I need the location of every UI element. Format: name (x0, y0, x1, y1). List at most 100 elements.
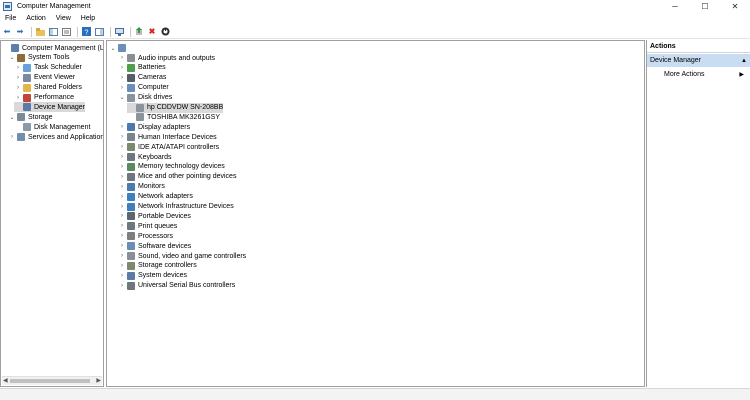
device-category[interactable]: › Keyboards (118, 152, 171, 162)
device-category[interactable]: › Memory technology devices (118, 162, 225, 172)
device-category[interactable]: › Monitors (118, 182, 165, 192)
device-item[interactable]: hp CDDVDW SN-208BB (127, 102, 224, 113)
expand-icon[interactable]: › (118, 134, 126, 140)
expand-icon[interactable]: › (14, 95, 22, 101)
storage-icon (17, 113, 25, 122)
update-driver-icon[interactable] (134, 27, 144, 37)
collapse-up-icon[interactable]: ▲ (741, 58, 747, 64)
show-hide-tree-icon[interactable] (48, 27, 58, 37)
expand-icon[interactable]: › (118, 243, 126, 249)
expand-icon[interactable]: › (118, 204, 126, 210)
collapse-icon[interactable]: ⌄ (8, 54, 16, 61)
collapse-icon[interactable]: ⌄ (109, 45, 117, 52)
expand-icon[interactable]: › (118, 223, 126, 229)
expand-icon[interactable]: › (118, 55, 126, 61)
show-console-tree-icon[interactable] (94, 27, 104, 37)
actions-section-device-manager[interactable]: Device Manager ▲ (647, 54, 750, 67)
expand-icon[interactable]: › (14, 75, 22, 81)
device-category[interactable]: › Mice and other pointing devices (118, 172, 236, 182)
tree-item-storage[interactable]: ⌄ Storage (8, 112, 53, 122)
tree-item-disk-management[interactable]: Disk Management (14, 122, 90, 132)
help-icon[interactable]: ? (81, 27, 91, 37)
expand-icon[interactable]: › (118, 75, 126, 81)
tree-item-computer-management-local[interactable]: Computer Management (Local (2, 43, 103, 53)
expand-icon[interactable]: › (118, 154, 126, 160)
expand-icon[interactable]: › (118, 144, 126, 150)
expand-icon[interactable]: › (118, 184, 126, 190)
device-category-label: Sound, video and game controllers (138, 252, 247, 260)
properties-icon[interactable] (61, 27, 71, 37)
expand-icon[interactable]: › (118, 253, 126, 259)
device-category-label: Disk drives (138, 94, 173, 102)
expand-icon[interactable]: › (118, 233, 126, 239)
device-category[interactable]: › Batteries (118, 63, 166, 73)
expand-icon[interactable]: › (118, 273, 126, 279)
device-category[interactable]: › Print queues (118, 221, 177, 231)
tree-item-system-tools[interactable]: ⌄ System Tools (8, 53, 70, 63)
scroll-right-icon[interactable]: ▶ (96, 377, 101, 384)
uninstall-icon[interactable]: ✖ (147, 27, 157, 37)
device-category[interactable]: › Network Infrastructure Devices (118, 202, 234, 212)
device-category[interactable]: › IDE ATA/ATAPI controllers (118, 142, 219, 152)
up-folder-icon[interactable] (35, 27, 45, 37)
scrollbar-thumb[interactable] (10, 379, 90, 383)
computer-icon (127, 83, 135, 92)
navigation-tree-pane[interactable]: Computer Management (Local⌄System Tools›… (0, 40, 104, 387)
expand-icon[interactable]: › (118, 164, 126, 170)
disable-device-icon[interactable] (160, 27, 170, 37)
tree-item-performance[interactable]: › Performance (14, 93, 74, 103)
tree-item-services-and-applications[interactable]: › Services and Applications (8, 132, 103, 142)
maximize-button[interactable]: ☐ (690, 0, 720, 13)
device-tree-pane[interactable]: ⌄ › Audio inputs and outputs › Batteries › Ca… (106, 40, 645, 387)
menu-file[interactable]: File (0, 15, 21, 22)
device-category[interactable]: ⌄ Disk drives (118, 93, 172, 103)
device-category[interactable]: › System devices (118, 271, 187, 281)
more-actions-item[interactable]: More Actions ▶ (664, 69, 748, 79)
expand-icon[interactable]: › (118, 65, 126, 71)
device-tree-root[interactable]: ⌄ (109, 43, 129, 53)
monitor-icon[interactable] (114, 27, 124, 37)
minimize-button[interactable]: ─ (660, 0, 690, 13)
device-category[interactable]: › Human Interface Devices (118, 132, 217, 142)
device-category[interactable]: › Storage controllers (118, 261, 197, 271)
expand-icon[interactable]: › (118, 194, 126, 200)
expand-icon[interactable]: › (118, 283, 126, 289)
device-category[interactable]: › Display adapters (118, 122, 190, 132)
device-category[interactable]: › Sound, video and game controllers (118, 251, 246, 261)
portable-device-icon (127, 212, 135, 221)
device-category[interactable]: › Cameras (118, 73, 166, 83)
back-arrow-icon[interactable]: ⬅ (2, 27, 12, 37)
device-category[interactable]: › Computer (118, 83, 169, 93)
expand-icon[interactable]: › (118, 124, 126, 130)
collapse-icon[interactable]: ⌄ (118, 94, 126, 101)
expand-icon[interactable]: › (118, 85, 126, 91)
device-category[interactable]: › Audio inputs and outputs (118, 53, 215, 63)
menu-view[interactable]: View (51, 15, 76, 22)
scroll-left-icon[interactable]: ◀ (3, 377, 8, 384)
expand-icon[interactable]: › (118, 213, 126, 219)
device-category[interactable]: › Portable Devices (118, 211, 191, 221)
expand-icon[interactable]: › (14, 65, 22, 71)
tree-item-device-manager[interactable]: Device Manager (14, 102, 85, 113)
horizontal-scrollbar[interactable]: ◀ ▶ (2, 376, 102, 385)
expand-icon[interactable]: › (118, 174, 126, 180)
device-category-label: Computer (138, 84, 169, 92)
device-item[interactable]: TOSHIBA MK3261GSY (127, 112, 220, 122)
tree-item-event-viewer[interactable]: › Event Viewer (14, 73, 75, 83)
tree-item-shared-folders[interactable]: › Shared Folders (14, 83, 82, 93)
close-button[interactable]: ✕ (720, 0, 750, 13)
system-device-icon (127, 271, 135, 280)
forward-arrow-icon[interactable]: ➡ (15, 27, 25, 37)
menu-action[interactable]: Action (21, 15, 50, 22)
device-category[interactable]: › Network adapters (118, 192, 193, 202)
menu-help[interactable]: Help (76, 15, 100, 22)
expand-icon[interactable]: › (8, 134, 16, 140)
device-category[interactable]: › Universal Serial Bus controllers (118, 281, 235, 291)
toolbar-separator (130, 26, 131, 37)
collapse-icon[interactable]: ⌄ (8, 114, 16, 121)
device-category[interactable]: › Software devices (118, 241, 191, 251)
tree-item-task-scheduler[interactable]: › Task Scheduler (14, 63, 82, 73)
expand-icon[interactable]: › (118, 263, 126, 269)
device-category[interactable]: › Processors (118, 231, 173, 241)
expand-icon[interactable]: › (14, 85, 22, 91)
